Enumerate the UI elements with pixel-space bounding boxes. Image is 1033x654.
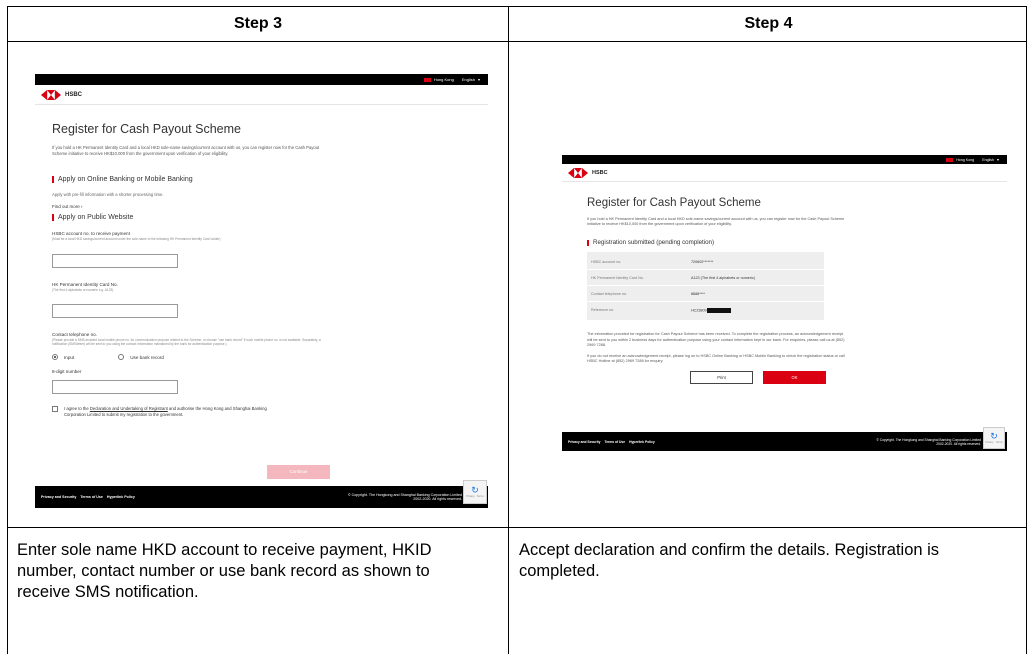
chevron-right-icon: › (81, 203, 83, 209)
continue-button[interactable]: Continue (267, 465, 330, 479)
top-bar: Hong Kong English ▾ (35, 74, 488, 85)
footer-link-privacy[interactable]: Privacy and Security (568, 440, 600, 444)
step3-caption: Enter sole name HKD account to receive p… (17, 541, 432, 601)
page-title: Register for Cash Payout Scheme (52, 122, 241, 136)
online-section-heading: Apply on Online Banking or Mobile Bankin… (52, 175, 335, 183)
detail-row-account: HSBC account no. 720602******* (587, 254, 824, 271)
hk-flag-icon (946, 157, 954, 162)
region-selector[interactable]: Hong Kong (423, 77, 454, 82)
detail-row-hkid: HK Permanent Identity Card No. A123 (The… (587, 270, 824, 287)
footer-links: Privacy and Security Terms of Use Hyperl… (41, 495, 135, 499)
declaration-link[interactable]: Declaration and Undertaking of Registran… (90, 406, 168, 411)
region-label: Hong Kong (956, 157, 975, 162)
redacted-bar (706, 307, 731, 313)
print-button[interactable]: Print (690, 371, 753, 385)
online-description: Apply with pre-fill information with a s… (52, 191, 164, 197)
brand-name: HSBC (592, 169, 608, 176)
red-accent (52, 213, 54, 221)
intro-text: If you hold a HK Permanent Identity Card… (587, 217, 845, 227)
language-label: English (461, 77, 475, 82)
brand-bar: HSBC (562, 164, 1007, 182)
page-footer: Privacy and Security Terms of Use Hyperl… (562, 432, 1007, 451)
page-footer: Privacy and Security Terms of Use Hyperl… (35, 486, 488, 508)
agree-checkbox[interactable] (52, 406, 58, 413)
region-selector[interactable]: Hong Kong (946, 157, 975, 162)
phone-source-radios: Input Use bank record (52, 354, 335, 361)
language-label: English (982, 157, 994, 162)
hkid-label: HK Permanent Identity Card No. (52, 281, 118, 287)
recaptcha-icon: ↻ (990, 431, 998, 441)
submitted-heading: Registration submitted (pending completi… (587, 239, 1002, 246)
step3-screenshot: Hong Kong English ▾ HSBC Register for Ca… (35, 74, 488, 512)
top-bar: Hong Kong English ▾ (562, 155, 1007, 164)
public-section-heading: Apply on Public Website (52, 213, 335, 221)
chevron-down-icon: ▾ (477, 77, 480, 82)
footer-link-hyperlink[interactable]: Hyperlink Policy (107, 495, 135, 499)
agreement-row: I agree to the Declaration and Undertaki… (52, 406, 272, 417)
info-paragraph-1: The information provided for registratio… (587, 332, 845, 348)
footer-link-terms[interactable]: Terms of Use (80, 495, 103, 499)
radio-input[interactable] (52, 354, 58, 361)
detail-row-reference: Reference no. HC23809 (587, 302, 824, 318)
action-buttons: Print OK (690, 371, 1002, 385)
account-hint: (Must be a local HKD savings/current acc… (52, 236, 221, 241)
phone-number-input[interactable] (52, 380, 178, 395)
agreement-text: I agree to the Declaration and Undertaki… (64, 406, 267, 417)
radio-use-bank-record[interactable] (118, 354, 125, 361)
footer-links: Privacy and Security Terms of Use Hyperl… (568, 440, 655, 444)
footer-link-terms[interactable]: Terms of Use (604, 440, 625, 444)
info-paragraph-2: If you do not receive an acknowledgement… (587, 353, 845, 364)
recaptcha-badge[interactable]: ↻ Privacy · Terms (983, 427, 1005, 449)
phone-hint: (Please provide a SMS-enabled local mobi… (52, 337, 321, 346)
step3-header: Step 3 (233, 15, 282, 32)
account-number-input[interactable] (52, 253, 178, 268)
step4-screenshot: Hong Kong English ▾ HSBC Register for Ca… (562, 155, 1007, 453)
header-divider (8, 41, 1026, 42)
find-out-more-link[interactable]: Find out more › (52, 204, 335, 209)
red-accent (52, 175, 54, 183)
caption-divider (8, 527, 1026, 528)
chevron-down-icon: ▾ (996, 157, 999, 162)
language-selector[interactable]: English ▾ (982, 157, 999, 162)
step4-caption: Accept declaration and confirm the detai… (519, 541, 940, 580)
ok-button[interactable]: OK (763, 371, 826, 385)
hkid-hint: (The first 4 alphabets or numeric e.g. A… (52, 287, 114, 292)
intro-text: If you hold a HK Permanent Identity Card… (52, 145, 320, 156)
hsbc-logo-icon[interactable] (41, 89, 61, 100)
footer-copyright: © Copyright. The Hongkong and Shanghai B… (347, 493, 462, 501)
hk-flag-icon (423, 77, 431, 82)
region-label: Hong Kong (433, 77, 454, 82)
footer-copyright: © Copyright. The Hongkong and Shanghai B… (876, 437, 981, 446)
column-divider (508, 7, 509, 654)
footer-link-hyperlink[interactable]: Hyperlink Policy (629, 440, 655, 444)
registration-details: HSBC account no. 720602******* HK Perman… (587, 252, 824, 321)
hkid-input[interactable] (52, 303, 178, 318)
brand-name: HSBC (65, 91, 83, 98)
detail-row-phone: Contact telephone no. 8888**** (587, 286, 824, 303)
page-title: Register for Cash Payout Scheme (587, 197, 761, 209)
brand-bar: HSBC (35, 85, 488, 105)
language-selector[interactable]: English ▾ (462, 77, 480, 82)
hsbc-logo-icon[interactable] (568, 167, 588, 178)
phone-label: Contact telephone no. (52, 331, 97, 337)
step4-header: Step 4 (744, 15, 793, 32)
comparison-table: Step 3 Step 4 Hong Kong English ▾ HSBC R… (7, 6, 1027, 654)
footer-link-privacy[interactable]: Privacy and Security (41, 495, 76, 499)
recaptcha-icon: ↻ (471, 485, 479, 495)
recaptcha-badge[interactable]: ↻ Privacy · Terms (463, 480, 487, 504)
red-accent (587, 239, 589, 246)
account-label: HSBC account no. to receive payment (52, 230, 130, 236)
digit-label: 8-digit number (52, 369, 82, 375)
